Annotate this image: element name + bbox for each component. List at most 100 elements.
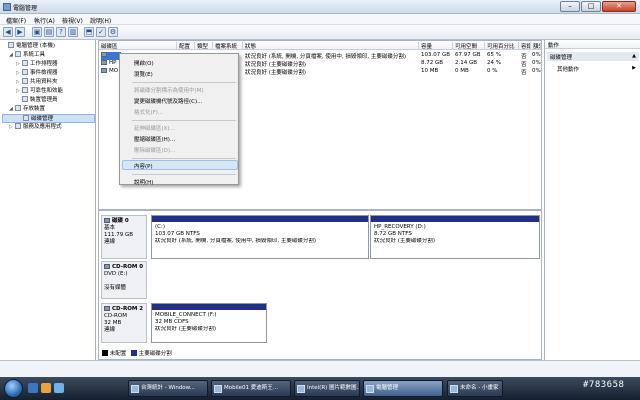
back-arrow-icon[interactable]: ◀ — [3, 27, 13, 37]
taskbar-button[interactable]: 未命名 - 小畫家 — [447, 380, 503, 397]
cell-status: 狀況良好 (主要磁碟分割) — [245, 70, 307, 76]
column-header-free-percent[interactable]: 可用百分比 — [485, 42, 519, 50]
taskbar-button-label: 台灣統計 - Window... — [141, 385, 195, 391]
context-menu-item[interactable]: 內容(P) — [134, 162, 153, 170]
up-folder-icon[interactable]: ▣ — [32, 27, 42, 37]
disk-size: 111.79 GB — [104, 232, 134, 238]
close-button[interactable]: ✕ — [602, 1, 636, 12]
column-header-free-space[interactable]: 可用空間 — [453, 42, 485, 50]
title-bar: 電腦管理 – □ ✕ — [0, 0, 640, 14]
export-icon[interactable]: ⬒ — [84, 27, 94, 37]
tree-item[interactable]: ▷ 可靠性和效能 — [2, 87, 95, 96]
taskbar-button[interactable]: Mobile01 愛迪斯王... — [211, 380, 291, 397]
menu-bar: 檔案(F) 執行(A) 檢視(V) 說明(H) — [0, 14, 640, 25]
show-hide-tree-icon[interactable]: ▥ — [68, 27, 78, 37]
context-menu-separator — [132, 158, 236, 159]
disk-name: CD-ROM 0 — [112, 264, 144, 270]
help-icon[interactable]: ? — [56, 27, 66, 37]
tree-expander-icon[interactable]: ▷ — [16, 60, 21, 69]
app-icon — [131, 385, 139, 393]
disk-0-label[interactable]: 磁碟 0 基本 111.79 GB 連線 — [101, 215, 147, 259]
tree-item[interactable]: ◢ 系統工具 — [2, 51, 95, 60]
tree-expander-icon[interactable]: ◢ — [9, 105, 14, 114]
taskbar-button[interactable]: 台灣統計 - Window... — [128, 380, 208, 397]
taskbar-button[interactable]: Intel(R) 圖片範數圖... — [294, 380, 360, 397]
column-header-fault-tolerance[interactable]: 容錯 — [519, 42, 531, 50]
cell-pct: 65 % — [487, 52, 501, 58]
check-icon[interactable]: ✓ — [96, 27, 106, 37]
disk-map: 磁碟 0 基本 111.79 GB 連線 (C:) 103.07 GB NTFS… — [98, 210, 542, 360]
disk-state: 連線 — [104, 239, 116, 245]
quick-launch-desktop-icon[interactable] — [28, 383, 38, 393]
tree-item[interactable]: ▷ 共用資料夾 — [2, 78, 95, 87]
tree-expander-icon[interactable]: ◢ — [9, 51, 14, 60]
tree-item[interactable]: ▷ 事件檢視器 — [2, 69, 95, 78]
context-menu-item: 刪除磁碟區(D)... — [134, 148, 176, 154]
tree-node-icon — [22, 78, 28, 84]
tree-expander-icon[interactable]: ▷ — [16, 69, 21, 78]
disk-type: DVD (E:) — [104, 271, 128, 277]
tree-item[interactable]: 電腦管理 (本機) — [2, 42, 95, 51]
column-header-filesystem[interactable]: 檔案系統 — [213, 42, 243, 50]
tree-expander-icon[interactable]: ▷ — [16, 78, 21, 87]
cell-pct: 24 % — [487, 60, 501, 66]
tree-item[interactable]: ◢ 存放裝置 — [2, 105, 95, 114]
quick-launch-switch-icon[interactable] — [54, 383, 64, 393]
column-header-overhead[interactable]: 額外負荷 — [531, 42, 541, 50]
menu-action[interactable]: 執行(A) — [34, 16, 55, 25]
partition-d[interactable]: HP_RECOVERY (D:) 8.72 GB NTFS 狀況良好 (主要磁碟… — [370, 215, 540, 259]
actions-section-label: 磁碟管理 — [550, 55, 573, 61]
partition-title: MOBILE_CONNECT (F:) — [155, 312, 217, 318]
tree-item[interactable]: ▷ 服務及應用程式 — [2, 123, 95, 132]
cell-ov: 0% — [532, 68, 541, 74]
context-menu-item[interactable]: 瀏覽(E) — [134, 70, 153, 78]
maximize-button[interactable]: □ — [581, 1, 601, 12]
menu-view[interactable]: 檢視(V) — [62, 16, 83, 25]
partition-f[interactable]: MOBILE_CONNECT (F:) 32 MB CDFS 狀況良好 (主要磁… — [151, 303, 267, 343]
computer-management-icon — [3, 3, 11, 11]
forward-arrow-icon[interactable]: ▶ — [15, 27, 25, 37]
tree-item[interactable]: 磁碟管理 — [2, 114, 95, 123]
settings-icon[interactable]: ⚙ — [108, 27, 118, 37]
partition-status: 狀況良好 (系統, 開機, 分頁檔案, 使用中, 損毀傾印, 主要磁碟分割) — [155, 238, 317, 244]
cell-pct: 0 % — [487, 68, 498, 74]
tree-expander-icon[interactable]: ▷ — [9, 123, 14, 132]
partition-size: 32 MB CDFS — [155, 319, 189, 325]
context-menu-item[interactable]: 說明(H) — [134, 178, 153, 186]
column-header-type[interactable]: 類型 — [195, 42, 213, 50]
column-header-layout[interactable]: 配置 — [177, 42, 195, 50]
context-menu-item[interactable]: 變更磁碟機代號及路徑(C)... — [134, 97, 202, 105]
quick-launch-browser-icon[interactable] — [41, 383, 51, 393]
tree-item-label: 裝置管理員 — [30, 97, 58, 103]
disk-type: 基本 — [104, 225, 116, 231]
context-menu-item[interactable]: 壓縮磁碟區(H)... — [134, 135, 175, 143]
properties-icon[interactable]: ▤ — [44, 27, 54, 37]
tree-item[interactable]: ▷ 工作排程器 — [2, 60, 95, 69]
cell-capacity: 10 MB — [421, 68, 439, 74]
cell-ft: 否 — [521, 62, 527, 68]
tree-expander-icon[interactable]: ▷ — [16, 87, 21, 96]
menu-file[interactable]: 檔案(F) — [6, 16, 26, 25]
context-menu-item[interactable]: 開啟(O) — [134, 59, 154, 67]
legend-unallocated-swatch — [102, 350, 108, 356]
taskbar: 台灣統計 - Window... Mobile01 愛迪斯王... Intel(R)… — [0, 377, 640, 400]
column-header-volume[interactable]: 磁碟區 — [99, 42, 177, 50]
actions-section-disk-management[interactable]: 磁碟管理 ▲ — [547, 52, 639, 61]
partition-c[interactable]: (C:) 103.07 GB NTFS 狀況良好 (系統, 開機, 分頁檔案, … — [151, 215, 369, 259]
taskbar-button[interactable]: 電腦管理 — [363, 380, 443, 397]
cell-capacity: 103.07 GB — [421, 52, 451, 58]
cdrom-0-label[interactable]: CD-ROM 0 DVD (E:) 沒有媒體 — [101, 261, 147, 299]
cdrom-2-label[interactable]: CD-ROM 2 CD-ROM 32 MB 連線 — [101, 303, 147, 343]
partition-size: 103.07 GB NTFS — [155, 231, 200, 237]
start-button[interactable] — [4, 379, 23, 398]
tree-node-icon — [22, 60, 28, 66]
column-header-capacity[interactable]: 容量 — [419, 42, 453, 50]
menu-help[interactable]: 說明(H) — [90, 16, 111, 25]
column-header-status[interactable]: 狀態 — [243, 42, 419, 50]
app-icon — [297, 385, 305, 393]
minimize-button[interactable]: – — [560, 1, 580, 12]
tree-item-label: 可靠性和效能 — [30, 88, 64, 94]
cell-free: 2.14 GB — [455, 60, 478, 66]
tree-item[interactable]: 裝置管理員 — [2, 96, 95, 105]
more-actions[interactable]: 其他動作 ▶ — [557, 65, 639, 73]
